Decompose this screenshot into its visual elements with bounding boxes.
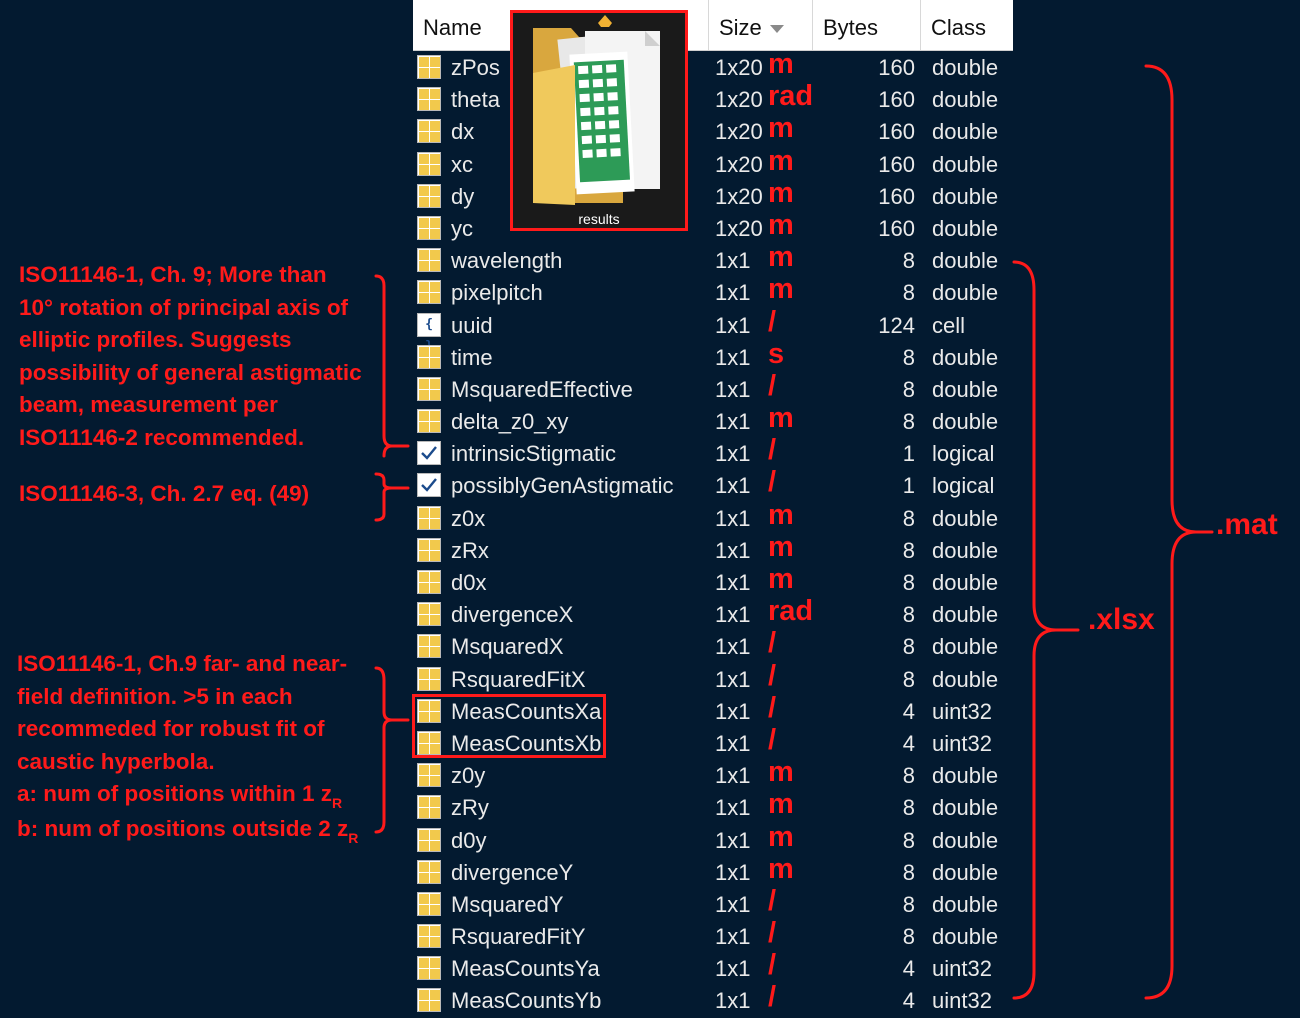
annotation-braces [374,64,1214,1000]
brace-note-c [374,666,410,834]
brace-note-b [374,472,410,522]
brace-note-a [374,274,393,458]
brace-mat [1144,64,1214,1000]
brace-xlsx [1012,260,1080,1000]
